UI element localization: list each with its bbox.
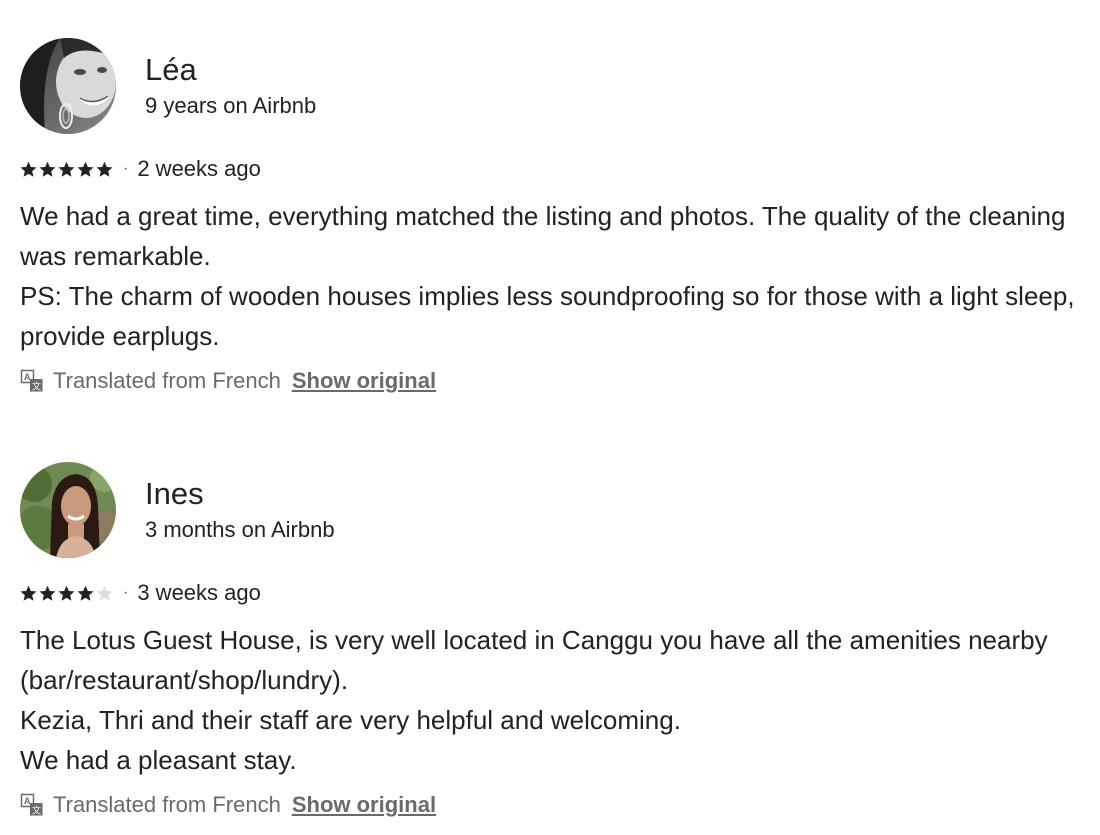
star-filled-icon bbox=[39, 585, 56, 602]
svg-text:文: 文 bbox=[32, 805, 41, 817]
reviewer-header: Léa 9 years on Airbnb bbox=[20, 38, 1080, 134]
translate-icon: A 文 bbox=[20, 369, 44, 393]
svg-text:A: A bbox=[24, 796, 31, 806]
reviewer-name[interactable]: Ines bbox=[145, 476, 335, 512]
review-card: Ines 3 months on Airbnb · 3 weeks ago Th… bbox=[20, 462, 1080, 820]
translated-label: Translated from French bbox=[53, 792, 281, 817]
reviewer-info: Ines 3 months on Airbnb bbox=[145, 476, 335, 544]
reviewer-avatar[interactable] bbox=[20, 38, 116, 134]
star-empty-icon bbox=[96, 585, 113, 602]
reviewer-tenure: 3 months on Airbnb bbox=[145, 517, 335, 542]
reviewer-tenure: 9 years on Airbnb bbox=[145, 93, 317, 118]
separator-dot: · bbox=[123, 160, 129, 177]
reviews-list: Léa 9 years on Airbnb · 2 weeks ago We h… bbox=[0, 0, 1100, 835]
review-date: 3 weeks ago bbox=[137, 580, 261, 605]
svg-text:文: 文 bbox=[32, 381, 41, 393]
star-rating bbox=[20, 585, 113, 602]
review-meta: · 2 weeks ago bbox=[20, 156, 1080, 182]
reviewer-avatar[interactable] bbox=[20, 462, 116, 558]
review-date: 2 weeks ago bbox=[137, 156, 261, 181]
review-meta: · 3 weeks ago bbox=[20, 580, 1080, 606]
star-filled-icon bbox=[96, 161, 113, 178]
translation-row: A 文 Translated from French Show original bbox=[20, 790, 1080, 820]
translation-row: A 文 Translated from French Show original bbox=[20, 366, 1080, 396]
star-filled-icon bbox=[20, 585, 37, 602]
reviewer-name[interactable]: Léa bbox=[145, 52, 316, 88]
star-filled-icon bbox=[39, 161, 56, 178]
star-filled-icon bbox=[58, 585, 75, 602]
star-filled-icon bbox=[77, 161, 94, 178]
avatar-photo bbox=[20, 462, 116, 558]
star-rating bbox=[20, 161, 113, 178]
translated-label: Translated from French bbox=[53, 368, 281, 393]
reviewer-header: Ines 3 months on Airbnb bbox=[20, 462, 1080, 558]
star-filled-icon bbox=[58, 161, 75, 178]
svg-text:A: A bbox=[24, 372, 31, 382]
star-filled-icon bbox=[20, 161, 37, 178]
separator-dot: · bbox=[123, 584, 129, 601]
show-original-button[interactable]: Show original bbox=[292, 792, 436, 818]
reviewer-info: Léa 9 years on Airbnb bbox=[145, 52, 316, 120]
avatar-photo bbox=[20, 38, 116, 134]
star-filled-icon bbox=[77, 585, 94, 602]
translate-icon: A 文 bbox=[20, 793, 44, 817]
review-text: We had a great time, everything matched … bbox=[20, 201, 1075, 351]
review-card: Léa 9 years on Airbnb · 2 weeks ago We h… bbox=[20, 38, 1080, 396]
review-text: The Lotus Guest House, is very well loca… bbox=[20, 625, 1048, 775]
show-original-button[interactable]: Show original bbox=[292, 368, 436, 394]
